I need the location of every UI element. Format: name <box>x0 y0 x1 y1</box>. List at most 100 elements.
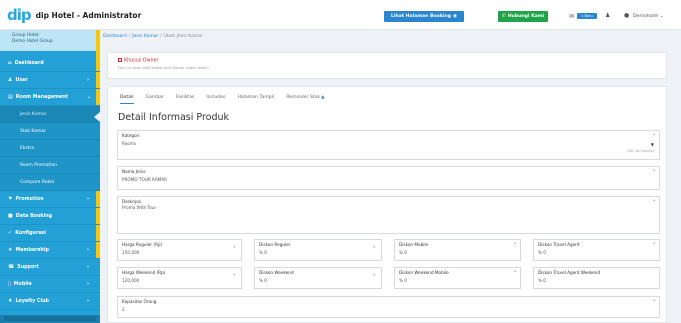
sidebar-item-konfigurasi[interactable]: ✓ Konfigurasi <box>0 225 100 242</box>
tab-includes[interactable]: Includes <box>206 95 225 104</box>
mail-badge[interactable]: 1 Baru <box>577 13 597 19</box>
sidebar-item-promotion[interactable]: ⚑ Promotion › <box>0 191 100 208</box>
sidebar-item-user[interactable]: ♟ User › <box>0 72 100 89</box>
kapasitas-orang-label: Kapasitas Orang <box>122 299 157 304</box>
diskon-weekend-field[interactable]: Diskon Weekend % 0 × <box>254 267 382 289</box>
chat-icon[interactable]: ● <box>624 12 629 19</box>
tab-detail[interactable]: Detail <box>120 95 134 104</box>
nama-jenis-field[interactable]: Nama Jenis PROMO TOUR KAMAR * <box>117 166 660 190</box>
user-icon[interactable]: ♟ <box>605 12 610 19</box>
star-icon: ★ <box>8 247 13 253</box>
view-booking-page-button[interactable]: Lihat Halaman Booking ◉ <box>384 11 464 22</box>
page-title: Detail Informasi Produk <box>118 112 230 123</box>
mail-icon[interactable]: ✉ <box>569 13 574 20</box>
sidebar-subitem-label: Stok Kamar <box>20 128 47 134</box>
owner-only-toggle[interactable]: Khusus Owner <box>118 58 158 64</box>
harga-reguler-field[interactable]: Harga Reguler (Rp) 150,000 × <box>117 239 242 261</box>
diskon-weekend-label: Diskon Weekend <box>259 270 294 275</box>
diskon-mobile-field[interactable]: Diskon Mobile % 0 * <box>394 239 521 261</box>
required-mark: * <box>653 169 655 173</box>
diskon-travel-agent-label: Diskon Travel Agent <box>538 242 580 247</box>
diskon-reguler-label: Diskon Reguler <box>259 242 291 247</box>
book-icon: ■ <box>8 213 13 219</box>
chevron-right-icon: › <box>87 298 90 304</box>
harga-weekend-value: 120,000 <box>122 278 140 283</box>
sidebar-item-support[interactable]: ☎ Support › <box>0 259 100 276</box>
diskon-travel-agent-field[interactable]: Diskon Travel Agent % 0 * <box>533 239 660 261</box>
diskon-weekend-mobile-field[interactable]: Diskon Weekend Mobile % 0 * <box>394 267 521 289</box>
sidebar-subitem-label: Jenis Kamar <box>20 111 47 117</box>
breadcrumb-separator: / <box>128 34 131 39</box>
sidebar-item-label: Dashboard <box>14 60 44 66</box>
sidebar-item-loyalty-club[interactable]: ♦ Loyalty Club › <box>0 293 100 310</box>
sidebar-subitem-jenis-kamar[interactable]: Jenis Kamar <box>0 106 100 123</box>
chevron-right-icon: › <box>87 77 90 83</box>
active-indicator <box>94 112 100 122</box>
diskon-reguler-field[interactable]: Diskon Reguler % 0 × <box>254 239 382 261</box>
kapasitas-orang-field[interactable]: Kapasitas Orang 2 * <box>117 296 660 318</box>
top-bar: dip dip Hotel - Administrator Lihat Hala… <box>0 0 681 30</box>
chevron-down-icon: ⌄ <box>87 94 92 100</box>
breadcrumb-current: Ubah Jenis Kamar <box>163 34 203 39</box>
deskripsi-field[interactable]: Deskripsi Promo With Tour * <box>117 196 660 234</box>
clear-icon[interactable]: × <box>373 272 376 277</box>
diskon-weekend-value: % 0 <box>259 278 267 283</box>
diskon-travel-agent-weekend-value: % 0 <box>538 278 546 283</box>
owner-only-description: Fitur ini akan aktif ketika Jenis Kamar … <box>118 66 209 70</box>
caret-down-icon: ▼ <box>650 142 654 147</box>
diskon-travel-agent-weekend-field[interactable]: Diskon Travel Agent Weekend % 0 <box>533 267 660 289</box>
clear-icon[interactable]: × <box>233 244 236 249</box>
tab-halaman-tampil[interactable]: Halaman Tampil <box>237 95 274 104</box>
breadcrumb-jenis-kamar[interactable]: Jenis Kamar <box>132 34 158 39</box>
edit-kategori-link[interactable]: Edit list Kategori <box>627 149 655 153</box>
sidebar-subitem-room-promotion[interactable]: Room Promotion <box>0 157 100 174</box>
sidebar-item-membership[interactable]: ★ Membership › <box>0 242 100 259</box>
clear-icon[interactable]: × <box>373 244 376 249</box>
chevron-right-icon: › <box>87 264 90 270</box>
tab-fasilitas[interactable]: Fasilitas <box>176 95 194 104</box>
required-mark: * <box>653 299 655 303</box>
sidebar-item-mobile[interactable]: ▯ Mobile › <box>0 276 100 293</box>
required-mark: * <box>653 199 655 203</box>
sidebar-subitem-compare-rates[interactable]: Compare Rates <box>0 174 100 191</box>
warning-icon: ▲ <box>321 95 325 100</box>
sidebar-scrollbar[interactable] <box>0 315 100 323</box>
breadcrumb-separator: / <box>160 34 162 39</box>
hotel-group-info: Group Hotel: Demo Hotel Group <box>0 30 100 51</box>
diskon-mobile-label: Diskon Mobile <box>399 242 429 247</box>
sidebar-subitem-label: Compare Rates <box>20 179 55 185</box>
sidebar-item-label: Mobile <box>13 281 32 287</box>
kategori-value: Rooms <box>122 141 137 146</box>
contact-us-button[interactable]: ✆ Hubungi Kami <box>498 11 548 22</box>
sidebar-subitem-ekstra[interactable]: Ekstra <box>0 140 100 157</box>
sidebar-item-data-booking[interactable]: ■ Data Booking <box>0 208 100 225</box>
phone-icon: ✆ <box>501 14 506 19</box>
sidebar-item-room-management[interactable]: ▤ Room Management ⌄ <box>0 89 100 106</box>
breadcrumb: Dashboard / Jenis Kamar / Ubah Jenis Kam… <box>103 34 203 39</box>
sidebar-item-label: Loyalty Club <box>15 298 49 304</box>
view-booking-label: Lihat Halaman Booking <box>390 14 452 19</box>
breadcrumb-dashboard[interactable]: Dashboard <box>103 34 127 39</box>
sidebar-item-label: Konfigurasi <box>15 230 47 236</box>
logo-mark: dip <box>7 6 32 24</box>
harga-weekend-field[interactable]: Harga Weekend (Rp) 120,000 × <box>117 267 242 289</box>
user-icon: ♟ <box>8 77 13 83</box>
kategori-label: Kategori <box>122 133 140 138</box>
kategori-select[interactable]: Kategori Rooms * ▼ Edit list Kategori <box>117 130 660 160</box>
app-logo[interactable]: dip dip Hotel - Administrator <box>7 6 141 24</box>
sidebar-item-dashboard[interactable]: ⌂ Dashboard <box>0 55 100 72</box>
checkbox-icon[interactable] <box>118 58 122 62</box>
contact-label: Hubungi Kami <box>507 14 545 19</box>
tag-icon: ⚑ <box>8 196 13 202</box>
home-icon: ⌂ <box>8 60 12 66</box>
sidebar-item-label: Data Booking <box>15 213 53 219</box>
nama-jenis-label: Nama Jenis <box>122 169 146 174</box>
clear-icon[interactable]: × <box>233 272 236 277</box>
diskon-weekend-mobile-label: Diskon Weekend Mobile <box>399 270 449 275</box>
tab-gambar[interactable]: Gambar <box>146 95 164 104</box>
tab-reminder-stok[interactable]: Reminder Stok▲ <box>286 95 324 104</box>
sidebar-subitem-stok-kamar[interactable]: Stok Kamar <box>0 123 100 140</box>
deskripsi-label: Deskripsi <box>122 199 142 204</box>
scrollbar-thumb[interactable] <box>4 316 96 321</box>
user-menu[interactable]: Demohotel ⌄ <box>633 14 664 19</box>
